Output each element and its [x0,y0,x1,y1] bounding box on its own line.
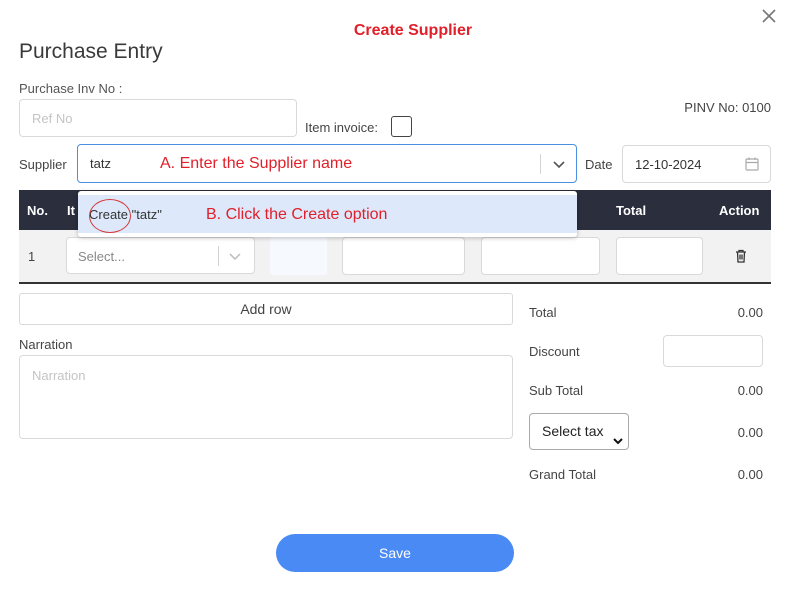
date-input[interactable]: 12-10-2024 [622,145,771,183]
save-button[interactable]: Save [276,534,514,572]
table-row: 1 Select... [19,230,771,284]
price-input[interactable] [342,237,465,275]
total-value: 0.00 [737,305,763,320]
subtotal-label: Sub Total [529,383,583,398]
page-title: Purchase Entry [19,40,163,63]
total-label: Total [529,305,557,320]
total-input[interactable] [616,237,703,275]
row-number: 1 [28,249,36,264]
grand-total-label: Grand Total [529,467,596,482]
pinv-number: PINV No: 0100 [684,100,771,115]
add-row-button[interactable]: Add row [19,293,513,325]
ref-no-input[interactable] [19,99,297,137]
supplier-label: Supplier [19,157,67,172]
item-select[interactable]: Select... [66,237,255,274]
item-invoice-checkbox[interactable] [391,116,412,137]
date-label: Date [585,157,613,172]
trash-icon[interactable] [733,248,749,264]
tax-select[interactable]: Select tax [529,413,629,450]
item-select-placeholder: Select... [78,249,125,264]
purchase-inv-label: Purchase Inv No : [19,81,123,96]
narration-input[interactable] [19,355,513,439]
column-item: It [67,203,75,218]
annotation-step-b: B. Click the Create option [206,206,388,223]
tax-select-value: Select tax [542,423,604,439]
annotation-circle [89,199,131,233]
create-option-value: "tatz" [128,207,162,222]
item-select-separator [218,246,219,266]
narration-label: Narration [19,337,73,352]
supplier-input-value: tatz [90,156,111,171]
column-action: Action [719,203,760,218]
discount-input[interactable] [663,335,763,367]
close-icon[interactable] [759,6,779,26]
subtotal-value: 0.00 [737,383,763,398]
calendar-icon[interactable] [744,156,760,172]
item-invoice-label: Item invoice: [305,120,378,135]
supplier-separator [540,154,541,174]
discount-label: Discount [529,344,580,359]
annotation-title: Create Supplier [353,22,473,39]
date-value: 12-10-2024 [635,157,702,172]
chevron-down-icon[interactable] [227,248,243,264]
chevron-down-icon [612,425,624,445]
chevron-down-icon[interactable] [550,155,568,173]
quantity-field[interactable] [270,237,327,275]
column-no: No. [27,203,48,218]
grand-total-value: 0.00 [737,467,763,482]
amount-input[interactable] [481,237,600,275]
tax-value: 0.00 [737,425,763,440]
column-total: Total [616,203,647,218]
annotation-step-a: A. Enter the Supplier name [160,155,353,172]
